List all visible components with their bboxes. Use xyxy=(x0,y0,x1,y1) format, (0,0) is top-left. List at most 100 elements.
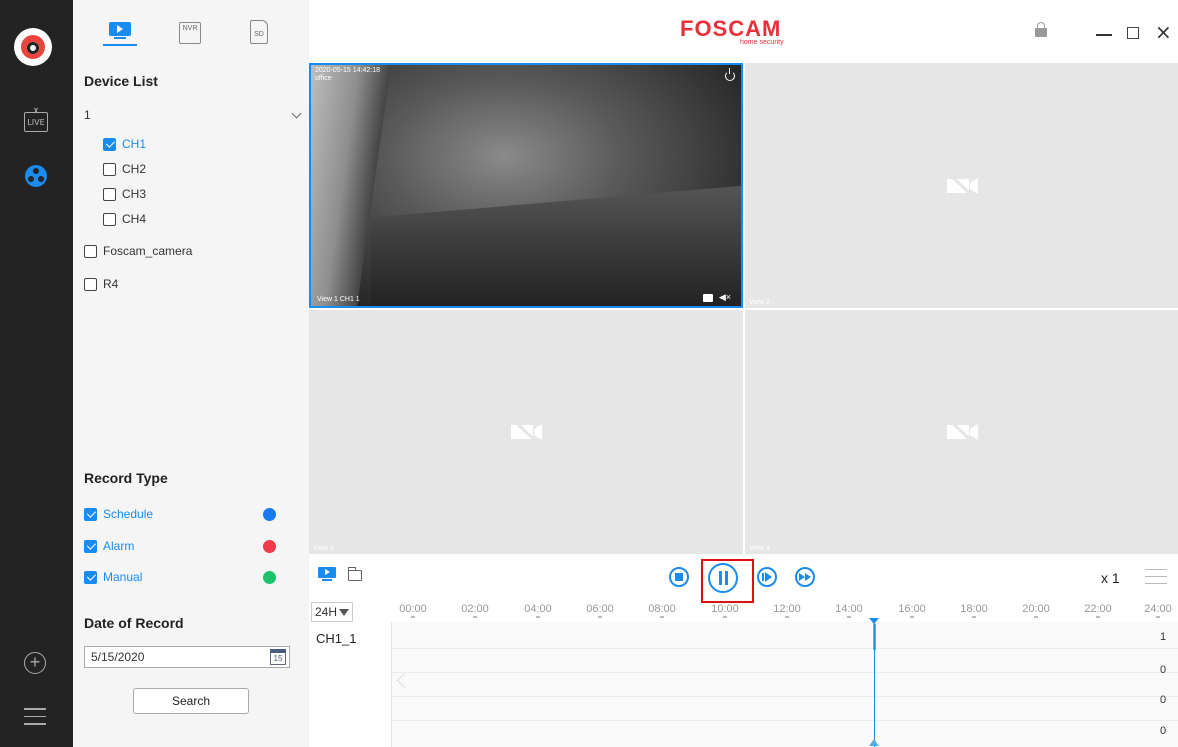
timeline-tick: 10:00 xyxy=(705,603,745,618)
timeline-tick: 22:00 xyxy=(1078,603,1118,618)
channel-ch1[interactable]: CH1 xyxy=(103,137,146,151)
track-count: 1 xyxy=(1160,631,1167,643)
dropdown-arrow-icon xyxy=(339,609,349,616)
brand-tagline: home security xyxy=(740,39,784,46)
checkbox[interactable] xyxy=(84,507,97,521)
playback-reel-icon[interactable] xyxy=(25,165,47,187)
record-type-manual[interactable]: Manual xyxy=(84,570,142,584)
record-type-schedule[interactable]: Schedule xyxy=(84,507,153,521)
live-view-icon[interactable] xyxy=(318,567,336,583)
record-type-label: Schedule xyxy=(103,507,154,521)
video-view-4[interactable]: View 4 xyxy=(745,310,1178,554)
cursor-top-marker[interactable] xyxy=(869,618,879,624)
device-label: Foscam_camera xyxy=(103,244,193,258)
stop-button[interactable] xyxy=(669,567,689,587)
view-label: View 3 xyxy=(313,545,334,552)
mute-icon[interactable]: ◀× xyxy=(719,292,731,303)
lock-icon[interactable] xyxy=(1035,22,1047,37)
checkbox[interactable] xyxy=(103,212,116,226)
video-view-1[interactable]: 2020-05-15 14:42:18 office View 1 CH1 1 … xyxy=(309,63,743,308)
record-type-label: Alarm xyxy=(103,539,135,553)
checkbox[interactable] xyxy=(84,539,97,553)
live-source-tab-icon[interactable] xyxy=(109,22,131,44)
sd-card-tab-icon[interactable]: SD xyxy=(250,20,268,44)
channel-ch4[interactable]: CH4 xyxy=(103,212,146,226)
date-value: 5/15/2020 xyxy=(91,650,145,664)
timeline-tick: 20:00 xyxy=(1016,603,1056,618)
video-view-3[interactable]: View 3 xyxy=(309,310,743,554)
active-tab-indicator xyxy=(103,44,137,46)
timeline-cursor[interactable] xyxy=(874,622,875,747)
alarm-color-dot xyxy=(263,540,276,553)
schedule-color-dot xyxy=(263,508,276,521)
timeline-tick: 24:00 xyxy=(1138,603,1178,618)
timeline-track-area[interactable] xyxy=(391,622,1178,747)
channel-label: CH1 xyxy=(122,137,147,151)
checkbox[interactable] xyxy=(103,162,116,176)
checkbox[interactable] xyxy=(103,187,116,201)
checkbox[interactable] xyxy=(84,244,97,258)
channel-label: CH3 xyxy=(122,187,147,201)
checkbox[interactable] xyxy=(84,570,97,584)
no-camera-icon xyxy=(946,417,978,447)
timeline-tick: 00:00 xyxy=(393,603,433,618)
view-label: View 4 xyxy=(749,545,770,552)
folder-icon[interactable] xyxy=(348,567,362,581)
track-count: 0 xyxy=(1160,664,1167,676)
menu-icon[interactable] xyxy=(24,708,46,731)
cursor-bottom-marker[interactable] xyxy=(869,739,879,746)
chevron-down-icon xyxy=(291,108,302,119)
calendar-icon[interactable]: 15 xyxy=(270,649,286,665)
timeline-tick: 08:00 xyxy=(642,603,682,618)
view-label: View 1 CH1 1 xyxy=(317,296,360,303)
timeline-tick: 12:00 xyxy=(767,603,807,618)
close-icon[interactable]: × xyxy=(1155,22,1172,42)
device-foscam-camera[interactable]: Foscam_camera xyxy=(84,244,192,258)
channel-label: CH2 xyxy=(122,162,147,176)
device-select[interactable]: 1 xyxy=(84,108,302,126)
date-of-record-title: Date of Record xyxy=(84,615,184,631)
time-range-value: 24H xyxy=(315,605,338,619)
nvr-source-tab-icon[interactable]: NVR xyxy=(179,22,201,44)
fast-forward-button[interactable] xyxy=(795,567,815,587)
app-logo-icon xyxy=(14,28,52,66)
date-field[interactable]: 5/15/2020 15 xyxy=(84,646,290,668)
power-icon[interactable] xyxy=(725,68,735,81)
device-select-value: 1 xyxy=(84,108,91,122)
video-view-2[interactable]: View 2 xyxy=(745,63,1178,308)
search-button[interactable]: Search xyxy=(133,688,249,714)
pause-button[interactable] xyxy=(708,563,738,593)
checkbox[interactable] xyxy=(84,277,97,291)
timeline-tick: 16:00 xyxy=(892,603,932,618)
manual-color-dot xyxy=(263,571,276,584)
channel-label: CH4 xyxy=(122,212,147,226)
time-range-select[interactable]: 24H xyxy=(311,602,353,622)
timeline-tick: 04:00 xyxy=(518,603,558,618)
record-type-label: Manual xyxy=(103,570,143,584)
minimize-icon[interactable] xyxy=(1096,34,1112,36)
checkbox[interactable] xyxy=(103,137,116,151)
scroll-left-icon[interactable] xyxy=(396,672,406,692)
view-label: View 2 xyxy=(749,299,770,306)
track-count: 0 xyxy=(1160,694,1167,706)
brand-name: FOSCAM xyxy=(680,16,782,41)
snapshot-icon[interactable] xyxy=(703,294,713,302)
device-r4[interactable]: R4 xyxy=(84,277,118,291)
channel-ch2[interactable]: CH2 xyxy=(103,162,146,176)
step-forward-button[interactable] xyxy=(757,567,777,587)
timeline-tick: 14:00 xyxy=(829,603,869,618)
live-tv-icon[interactable]: LIVE xyxy=(24,112,48,132)
video-osd: 2020-05-15 14:42:18 office xyxy=(315,67,380,82)
add-device-icon[interactable]: + xyxy=(24,652,46,674)
channel-ch3[interactable]: CH3 xyxy=(103,187,146,201)
record-type-title: Record Type xyxy=(84,470,168,486)
playback-speed[interactable]: x 1 xyxy=(1101,570,1120,586)
track-count: 0 xyxy=(1160,725,1167,737)
maximize-icon[interactable] xyxy=(1127,27,1139,39)
device-label: R4 xyxy=(103,277,119,291)
timeline-tick: 06:00 xyxy=(580,603,620,618)
device-list-title: Device List xyxy=(84,73,158,89)
timeline-menu-icon[interactable] xyxy=(1145,569,1167,590)
record-type-alarm[interactable]: Alarm xyxy=(84,539,134,553)
no-camera-icon xyxy=(510,417,542,447)
